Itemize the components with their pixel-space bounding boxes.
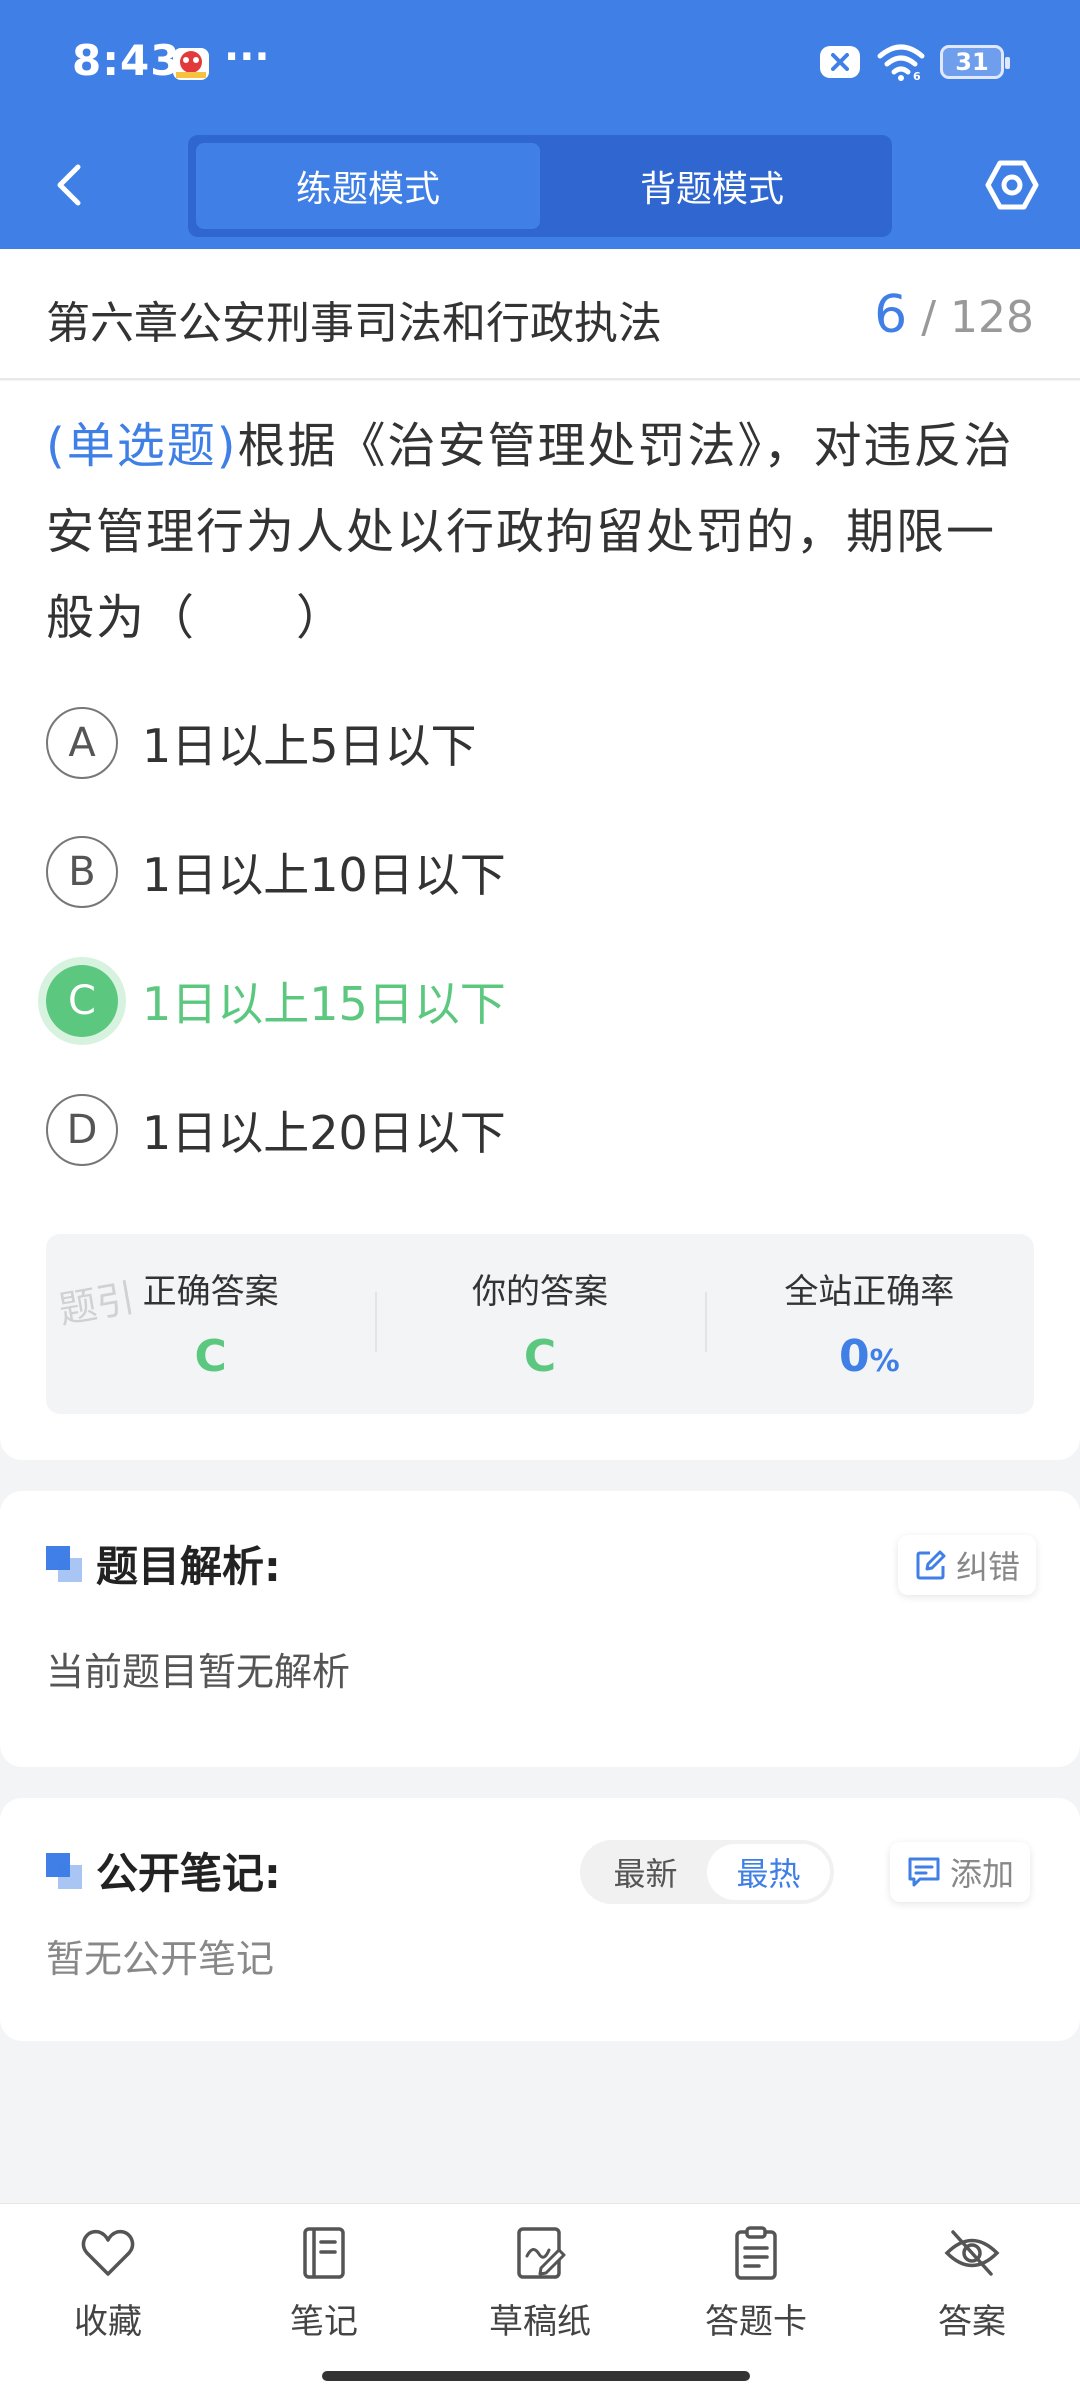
site-correct-rate-label: 全站正确率 [784,1272,955,1312]
app-notification-icon [173,48,209,80]
sort-hottest[interactable]: 最热 [707,1844,830,1900]
edit-icon [916,1550,946,1580]
report-error-button[interactable]: 纠错 [898,1535,1037,1595]
option-text: 1日以上20日以下 [142,1106,506,1160]
option-text: 1日以上15日以下 [142,977,506,1031]
mode-switch: 练题模式 背题模式 [188,135,892,237]
option-b[interactable]: B 1日以上10日以下 [46,836,506,908]
eye-off-icon [944,2230,1000,2276]
toggle-answer-label: 答案 [938,2302,1006,2342]
option-letter: A [46,707,118,779]
notes-sort-toggle: 最新 最热 [580,1840,834,1904]
notebook-icon [303,2227,345,2279]
status-bar: 8:43 ··· 6 31 [0,0,1080,125]
sort-newest[interactable]: 最新 [584,1844,707,1900]
question-progress: 6 / 128 [874,285,1034,345]
section-squares-icon [46,1545,82,1582]
notes-label: 笔记 [290,2302,358,2342]
back-arrow-icon[interactable] [40,155,100,215]
question-type: (单选题) [46,418,238,474]
notes-header: 公开笔记: [46,1840,281,1901]
answer-card-label: 答题卡 [705,2302,807,2342]
option-letter: C [46,965,118,1037]
option-text: 1日以上5日以下 [142,719,477,773]
battery-level: 31 [955,48,989,76]
analysis-card: 题目解析: 纠错 当前题目暂无解析 [0,1491,1080,1767]
option-letter: D [46,1094,118,1166]
svg-text:6: 6 [913,70,921,82]
app-header: 8:43 ··· 6 31 练题模式 背题模式 [0,0,1080,249]
notes-empty-text: 暂无公开笔记 [46,1937,275,1981]
notes-title: 公开笔记: [96,1849,281,1898]
wifi-icon: 6 [877,44,925,82]
question-card: (单选题)根据《治安管理处罚法》，对违反治安管理行为人处以行政拘留处罚的，期限一… [0,381,1080,1460]
correct-answer-label: 正确答案 [142,1272,279,1312]
progress-current: 6 [874,285,908,345]
site-correct-rate: 全站正确率 0% [704,1234,1034,1414]
your-answer-value: C [523,1331,557,1382]
status-more-dots: ··· [224,34,270,80]
report-error-label: 纠错 [956,1548,1021,1586]
favorite-button[interactable]: 收藏 [28,2224,188,2343]
site-correct-rate-value: 0% [839,1331,900,1382]
draft-paper-icon [517,2227,566,2279]
your-answer: 你的答案 C [375,1234,704,1414]
analysis-header: 题目解析: [46,1533,281,1594]
option-letter: B [46,836,118,908]
draft-paper-button[interactable]: 草稿纸 [460,2224,620,2343]
progress-total: 128 [950,292,1034,343]
option-text: 1日以上10日以下 [142,848,506,902]
chapter-bar: 第六章公安刑事司法和行政执法 6 / 128 [0,249,1080,380]
comment-icon [908,1857,940,1887]
answer-card-icon [735,2226,777,2280]
rate-unit: % [869,1344,900,1379]
option-c[interactable]: C 1日以上15日以下 [46,965,506,1037]
status-time: 8:43 [72,36,181,85]
add-note-button[interactable]: 添加 [890,1842,1031,1902]
your-answer-label: 你的答案 [471,1272,608,1312]
toggle-answer-button[interactable]: 答案 [892,2224,1052,2343]
draft-paper-label: 草稿纸 [489,2302,591,2342]
favorite-label: 收藏 [74,2302,142,2342]
question-stem: (单选题)根据《治安管理处罚法》，对违反治安管理行为人处以行政拘留处罚的，期限一… [46,403,1040,661]
settings-icon[interactable] [982,155,1042,215]
answer-summary: 正确答案 C 你的答案 C 全站正确率 0% [46,1234,1034,1414]
status-right-group: 6 31 [818,42,1010,82]
correct-answer-value: C [194,1331,227,1382]
notes-card: 公开笔记: 最新 最热 添加 暂无公开笔记 [0,1798,1080,2041]
battery-indicator: 31 [940,45,1010,79]
analysis-text: 当前题目暂无解析 [46,1650,351,1694]
section-squares-icon [46,1852,82,1889]
progress-separator: / [921,292,937,343]
rate-number: 0 [838,1331,870,1382]
chapter-title: 第六章公安刑事司法和行政执法 [46,298,662,349]
home-indicator[interactable] [322,2371,750,2381]
tab-memorize-mode[interactable]: 背题模式 [540,143,884,229]
add-note-label: 添加 [950,1855,1015,1893]
tab-practice-mode[interactable]: 练题模式 [196,143,540,229]
heart-icon [81,2229,135,2276]
sim-off-icon [820,46,860,78]
option-a[interactable]: A 1日以上5日以下 [46,707,477,779]
answer-card-button[interactable]: 答题卡 [676,2224,836,2343]
notes-button[interactable]: 笔记 [244,2224,404,2343]
option-d[interactable]: D 1日以上20日以下 [46,1094,506,1166]
analysis-title: 题目解析: [96,1542,281,1591]
nav-bar: 练题模式 背题模式 [0,125,1080,249]
